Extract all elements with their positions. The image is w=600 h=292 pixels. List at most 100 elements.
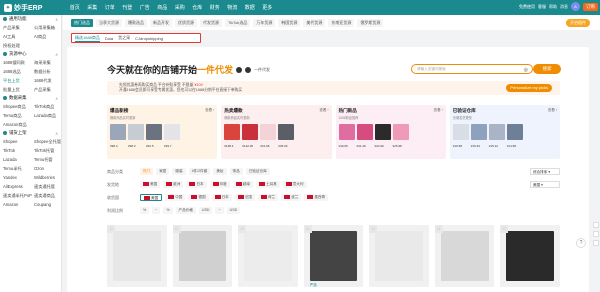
sidebar-section-1[interactable]: 货源中心 ∧: [0, 50, 61, 58]
product-thumb[interactable]: [338, 124, 355, 140]
tab-4[interactable]: 优质货源: [175, 18, 197, 27]
sidebar-item[interactable]: 速卖通商品: [34, 191, 65, 200]
card-more-link[interactable]: 查看 ›: [205, 108, 214, 113]
product-thumb[interactable]: [488, 124, 505, 140]
product-thumb[interactable]: [110, 124, 126, 140]
card-more-link[interactable]: 查看 ›: [548, 108, 557, 113]
help-fab[interactable]: ?: [576, 238, 586, 248]
product-thumb[interactable]: [128, 124, 144, 140]
product-card[interactable]: □: [238, 225, 298, 287]
product-thumb[interactable]: [452, 124, 469, 140]
card-more-link[interactable]: 查看 ›: [319, 108, 328, 113]
filter-chip[interactable]: 意大利: [282, 181, 307, 188]
filter-chip[interactable]: 印度: [209, 181, 230, 188]
product-card[interactable]: □: [434, 225, 495, 287]
sidebar-item[interactable]: Coupang: [34, 200, 65, 209]
sidebar-item[interactable]: 平台上货: [3, 76, 34, 85]
nav-item-7[interactable]: 仓库: [189, 4, 207, 11]
sidebar-item[interactable]: Temu托管: [34, 155, 65, 164]
tab-0[interactable]: 热门选品: [71, 18, 93, 27]
sidebar-section-2[interactable]: 数据采集 ∧: [0, 94, 61, 102]
filter-chip[interactable]: 4件/2件套: [188, 168, 211, 175]
sidebar-item[interactable]: 海采采集: [34, 58, 65, 67]
filter-chip[interactable]: 荷兰: [257, 194, 279, 201]
sidebar-item[interactable]: 1688代发: [34, 76, 65, 85]
nav-item-3[interactable]: 刊登: [119, 4, 137, 11]
personalize-button[interactable]: Personalize my picks: [506, 84, 552, 92]
filter-chip[interactable]: 美国: [140, 181, 161, 188]
tab-10[interactable]: 东南亚货源: [328, 18, 355, 27]
sidebar-item[interactable]: Ozon: [34, 164, 65, 173]
sidebar-item[interactable]: Amazon: [3, 200, 34, 209]
free-use-link[interactable]: 免费使用: [519, 4, 535, 10]
card-more-link[interactable]: 查看 ›: [434, 108, 443, 113]
filter-chip[interactable]: 家居: [156, 168, 170, 175]
sidebar-item[interactable]: Shopee商品: [3, 102, 34, 111]
filter-chip[interactable]: 热门: [140, 168, 154, 175]
sidebar-item[interactable]: AliExpress: [3, 182, 34, 191]
product-thumb[interactable]: [278, 124, 295, 140]
filter-chip[interactable]: 墨西哥: [304, 194, 329, 201]
tab-5[interactable]: 代发货源: [200, 18, 222, 27]
sidebar-item[interactable]: TikTok商品: [34, 102, 65, 111]
product-thumb[interactable]: [164, 124, 180, 140]
filter-chip[interactable]: 美妆: [213, 168, 227, 175]
tab-11[interactable]: 俄罗斯货源: [357, 18, 384, 27]
avatar[interactable]: A: [571, 2, 580, 11]
nav-item-10[interactable]: 数据: [241, 4, 259, 11]
subtab-1[interactable]: Dola: [105, 36, 113, 41]
filter-chip[interactable]: 欧洲: [163, 181, 184, 188]
open-plugin-button[interactable]: 开启插件: [566, 18, 590, 27]
filter-chip[interactable]: 土耳其: [255, 181, 280, 188]
sidebar-item[interactable]: 批量上货: [3, 85, 34, 94]
filter-chip[interactable]: 法国: [234, 194, 255, 201]
product-card[interactable]: □: [500, 225, 561, 287]
country-select[interactable]: 美国 ▾: [530, 181, 560, 188]
sidebar-item[interactable]: 产品采集: [3, 23, 34, 32]
sidebar-item[interactable]: 公用采集箱: [34, 23, 65, 32]
filter-chip[interactable]: ~: [215, 207, 224, 214]
product-thumb[interactable]: [356, 124, 373, 140]
nav-item-0[interactable]: 首页: [66, 4, 84, 11]
nav-item-8[interactable]: 财务: [206, 4, 224, 11]
tab-1[interactable]: 当季大货源: [96, 18, 122, 27]
search-button[interactable]: 搜索: [533, 64, 561, 74]
filter-chip[interactable]: %: [140, 207, 150, 214]
filter-chip[interactable]: 德国: [188, 194, 209, 201]
product-thumb[interactable]: [470, 124, 487, 140]
collection-card[interactable]: 热门新品 1688新品推荐 查看 › ¥49.65 ¥41.49 ¥24.99 ¥25.98: [335, 105, 446, 159]
tab-2[interactable]: 爆款选品: [125, 18, 147, 27]
product-card[interactable]: □: [172, 225, 233, 287]
filter-chip[interactable]: ~: [152, 207, 161, 214]
service-link[interactable]: 客服: [538, 4, 546, 10]
upgrade-button[interactable]: 订购: [583, 2, 598, 11]
tab-3[interactable]: 新品开发: [150, 18, 172, 27]
sidebar-item[interactable]: Yandex: [3, 173, 34, 182]
filter-chip[interactable]: 越南: [232, 181, 253, 188]
filter-chip[interactable]: 日本: [186, 181, 207, 188]
sidebar-section-3[interactable]: 铺货上架 ∧: [0, 129, 61, 137]
product-card[interactable]: □ 严选: [303, 225, 364, 287]
sidebar-item[interactable]: Amazon商品: [3, 120, 34, 129]
filter-chip[interactable]: 波兰: [281, 194, 302, 201]
sidebar-item[interactable]: AI商品: [34, 32, 65, 41]
sort-select[interactable]: 综合排序 ▾: [530, 168, 560, 175]
product-thumb[interactable]: [374, 124, 391, 140]
sidebar-item[interactable]: Temu半托: [3, 164, 34, 173]
nav-item-4[interactable]: 广告: [136, 4, 154, 11]
filter-chip[interactable]: USD: [198, 207, 213, 214]
collection-card[interactable]: 热卖爆款 爆款商品实时更新 查看 › ¥138.4 ¥122.00 ¥41.96 ¥35.0…: [221, 105, 332, 159]
nav-item-1[interactable]: 采集: [84, 4, 102, 11]
filter-chip[interactable]: 已验证仓库: [245, 168, 270, 175]
help-link[interactable]: 帮助: [549, 4, 557, 10]
tab-8[interactable]: 韩国货源: [278, 18, 301, 27]
sidebar-section-0[interactable]: 通用功能 ∧: [0, 15, 61, 23]
sidebar-item[interactable]: Temu商品: [3, 111, 34, 120]
sidebar-item[interactable]: TikTok托管: [34, 146, 65, 155]
product-thumb[interactable]: [146, 124, 162, 140]
product-thumb[interactable]: [242, 124, 259, 140]
messages-link[interactable]: 消息: [560, 4, 568, 10]
nav-item-5[interactable]: 商品: [154, 4, 172, 11]
filter-chip[interactable]: %: [163, 207, 173, 214]
rail-button[interactable]: [593, 240, 599, 246]
